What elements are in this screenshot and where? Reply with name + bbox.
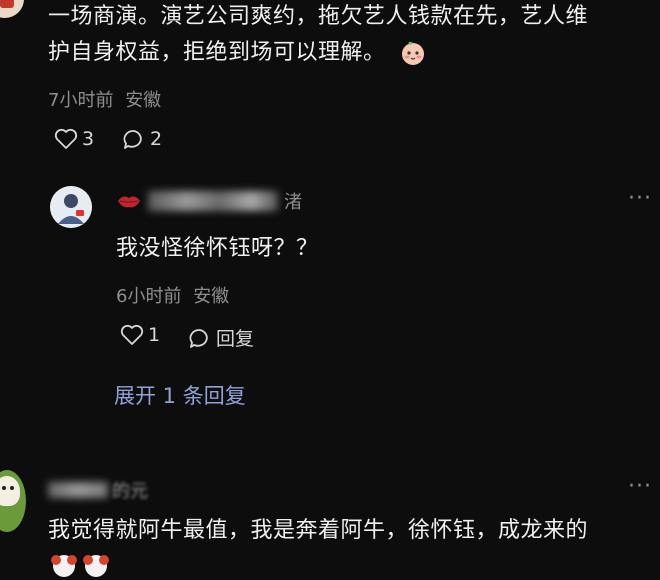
reply1-location: 安徽 xyxy=(193,286,230,307)
comment1-reply-count: 2 xyxy=(150,128,163,150)
reply1-more-button[interactable]: ··· xyxy=(628,186,652,211)
reply1-username[interactable]: 渚 xyxy=(116,188,302,214)
comment-bubble-icon xyxy=(188,327,212,349)
comment1-text-line1: 一场商演。演艺公司爽约，拖欠艺人钱款在先，艺人维 xyxy=(48,4,589,29)
reply1-time: 6小时前 xyxy=(116,286,182,307)
reply1-avatar[interactable] xyxy=(50,186,92,228)
username-mask xyxy=(48,482,108,498)
comment2-emoji-row xyxy=(50,552,110,580)
comment2-avatar[interactable] xyxy=(0,470,26,532)
comment1-like-button[interactable]: 3 xyxy=(54,128,94,150)
comment2-text: 我觉得就阿牛最值，我是奔着阿牛，徐怀钰，成龙来的 xyxy=(48,518,589,543)
peach-face-icon xyxy=(399,39,427,67)
reply1-text: 我没怪徐怀钰呀？？ xyxy=(116,236,319,261)
reply1-reply-button[interactable]: 回复 xyxy=(188,324,254,351)
comment2-username-partial: 的元 xyxy=(112,481,148,502)
comment-bubble-icon xyxy=(122,128,146,150)
reply1-username-suffix: 渚 xyxy=(284,192,302,213)
comment1-text-line2: 护自身权益，拒绝到场可以理解。 xyxy=(48,34,427,71)
comment2-more-button[interactable]: ··· xyxy=(628,474,652,499)
lips-icon xyxy=(116,192,142,210)
reply1-like-count: 1 xyxy=(148,324,161,346)
reply1-reply-label: 回复 xyxy=(216,328,255,350)
expand-replies-button[interactable]: 展开 1 条回复 xyxy=(114,380,246,410)
heart-icon xyxy=(54,128,78,150)
reply1-meta: 6小时前 安徽 xyxy=(116,282,229,308)
comment1-meta: 7小时前 安徽 xyxy=(48,86,161,112)
comment2-username[interactable]: 的元 xyxy=(48,478,148,502)
clown-face-icon xyxy=(50,552,78,580)
heart-icon xyxy=(120,324,144,346)
comment1-time: 7小时前 xyxy=(48,90,114,111)
comment1-reply-button[interactable]: 2 xyxy=(122,128,162,150)
comment1-avatar[interactable] xyxy=(0,0,24,18)
reply1-like-button[interactable]: 1 xyxy=(120,324,160,346)
comment1-location: 安徽 xyxy=(125,90,162,111)
username-mask xyxy=(148,191,278,211)
comment1-like-count: 3 xyxy=(82,128,95,150)
comment1-text-line2-content: 护自身权益，拒绝到场可以理解。 xyxy=(48,40,386,65)
clown-face-icon xyxy=(82,552,110,580)
